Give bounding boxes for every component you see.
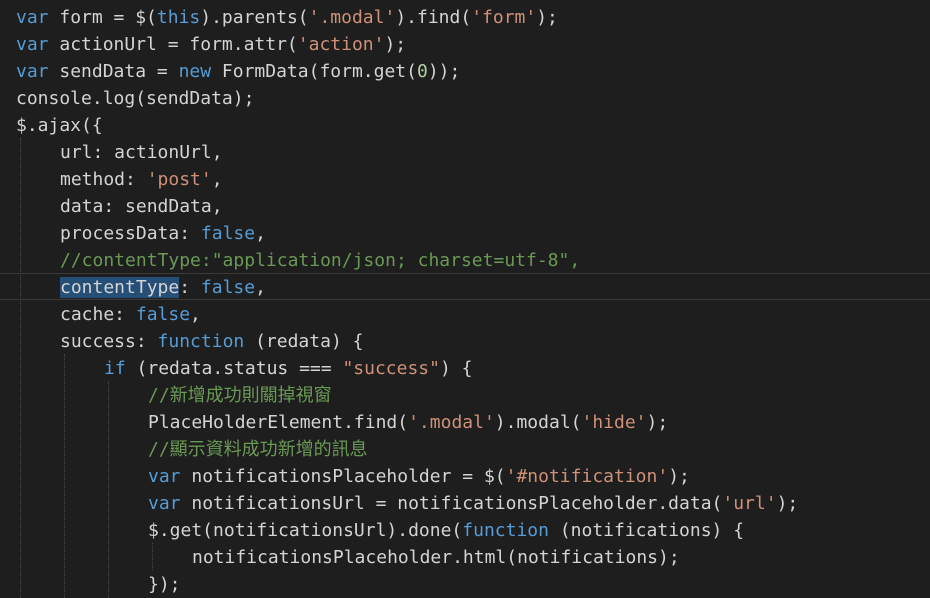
- code-line[interactable]: $.ajax({: [16, 112, 103, 139]
- code-editor[interactable]: var form = $(this).parents('.modal').fin…: [0, 0, 930, 598]
- code-token: );: [536, 7, 558, 28]
- code-line[interactable]: $.get(notificationsUrl).done(function (n…: [148, 517, 744, 544]
- string-token: '.modal': [308, 7, 396, 28]
- keyword-token: var: [148, 466, 181, 487]
- indent-guide: [108, 381, 109, 598]
- code-line[interactable]: success: function (redata) {: [60, 328, 363, 355]
- code-token: FormData(form.get(: [211, 61, 417, 82]
- code-line[interactable]: console.log(sendData);: [16, 85, 254, 112]
- code-token: );: [384, 34, 407, 55]
- string-token: 'hide': [581, 412, 647, 433]
- code-token: data: sendData,: [60, 196, 223, 217]
- code-line[interactable]: url: actionUrl,: [60, 139, 223, 166]
- keyword-token: function: [462, 520, 549, 541]
- comment-token: //contentType:"application/json; charset…: [60, 250, 581, 271]
- code-token: ,: [211, 169, 223, 190]
- current-code-line[interactable]: contentType: false,: [0, 273, 930, 300]
- code-token: cache:: [60, 304, 136, 325]
- code-token: ) {: [439, 358, 473, 379]
- code-token: PlaceHolderElement.find(: [148, 412, 409, 433]
- code-line[interactable]: var sendData = new FormData(form.get(0))…: [16, 58, 460, 85]
- code-line[interactable]: PlaceHolderElement.find('.modal').modal(…: [148, 409, 668, 436]
- indent-guide: [152, 543, 153, 570]
- code-token: console.log(sendData);: [16, 88, 255, 109]
- code-token: ,: [255, 223, 266, 244]
- string-token: 'action': [297, 34, 385, 55]
- code-token: success:: [60, 331, 158, 352]
- code-token: ).parents(: [200, 7, 309, 28]
- code-line[interactable]: var form = $(this).parents('.modal').fin…: [16, 4, 558, 31]
- code-line[interactable]: cache: false,: [60, 301, 201, 328]
- keyword-token: false: [200, 277, 256, 298]
- code-token: method:: [60, 169, 147, 190]
- code-token: $.get(notificationsUrl).done(: [148, 520, 463, 541]
- code-token: });: [148, 574, 181, 595]
- code-token: $.ajax({: [16, 115, 103, 136]
- keyword-token: var: [16, 7, 49, 28]
- code-token: ).find(: [395, 7, 472, 28]
- code-token: ,: [255, 277, 266, 298]
- code-line[interactable]: if (redata.status === "success") {: [104, 355, 473, 382]
- string-token: "success": [342, 358, 440, 379]
- keyword-token: var: [148, 493, 181, 514]
- code-token: (redata) {: [244, 331, 364, 352]
- keyword-token: new: [178, 61, 212, 82]
- code-token: );: [776, 493, 799, 514]
- keyword-token: if: [104, 358, 126, 379]
- code-line[interactable]: //顯示資料成功新增的訊息: [148, 436, 368, 463]
- code-token: :: [179, 277, 201, 298]
- indent-guide: [20, 138, 21, 598]
- string-token: '#notification': [505, 466, 669, 487]
- code-token: );: [646, 412, 669, 433]
- comment-token: //顯示資料成功新增的訊息: [148, 439, 368, 460]
- code-line[interactable]: var actionUrl = form.attr('action');: [16, 31, 406, 58]
- code-line[interactable]: data: sendData,: [60, 193, 223, 220]
- keyword-token: function: [157, 331, 245, 352]
- code-token: ).modal(: [494, 412, 582, 433]
- code-line[interactable]: var notificationsPlaceholder = $('#notif…: [148, 463, 690, 490]
- code-token: notificationsPlaceholder = $(: [180, 466, 506, 487]
- comment-token: //新增成功則關掉視窗: [148, 385, 332, 406]
- keyword-token: false: [200, 223, 256, 244]
- code-token: url: actionUrl,: [60, 142, 223, 163]
- code-token: notificationsUrl = notificationsPlacehol…: [180, 493, 723, 514]
- code-line[interactable]: });: [148, 571, 181, 598]
- keyword-token: var: [16, 34, 49, 55]
- string-token: 'url': [722, 493, 777, 514]
- code-token: ));: [427, 61, 461, 82]
- selected-token[interactable]: contentType: [60, 277, 180, 298]
- code-line[interactable]: //contentType:"application/json; charset…: [60, 247, 580, 274]
- keyword-token: this: [156, 7, 201, 28]
- code-token: (notifications) {: [548, 520, 745, 541]
- string-token: '.modal': [408, 412, 495, 433]
- code-token: processData:: [60, 223, 201, 244]
- number-token: 0: [416, 61, 428, 82]
- code-line[interactable]: var notificationsUrl = notificationsPlac…: [148, 490, 798, 517]
- code-token: form = $(: [48, 7, 157, 28]
- keyword-token: var: [16, 61, 49, 82]
- code-token: (redata.status ===: [125, 358, 343, 379]
- string-token: 'form': [471, 7, 537, 28]
- keyword-token: false: [135, 304, 191, 325]
- code-line[interactable]: method: 'post',: [60, 166, 223, 193]
- code-line[interactable]: //新增成功則關掉視窗: [148, 382, 332, 409]
- string-token: 'post': [146, 169, 212, 190]
- code-token: notificationsPlaceholder.html(notificati…: [192, 547, 680, 568]
- code-token: sendData =: [48, 61, 179, 82]
- code-token: actionUrl = form.attr(: [48, 34, 298, 55]
- code-line[interactable]: notificationsPlaceholder.html(notificati…: [192, 544, 680, 571]
- code-line[interactable]: processData: false,: [60, 220, 266, 247]
- code-token: ,: [190, 304, 201, 325]
- code-token: );: [668, 466, 690, 487]
- indent-guide: [64, 354, 65, 598]
